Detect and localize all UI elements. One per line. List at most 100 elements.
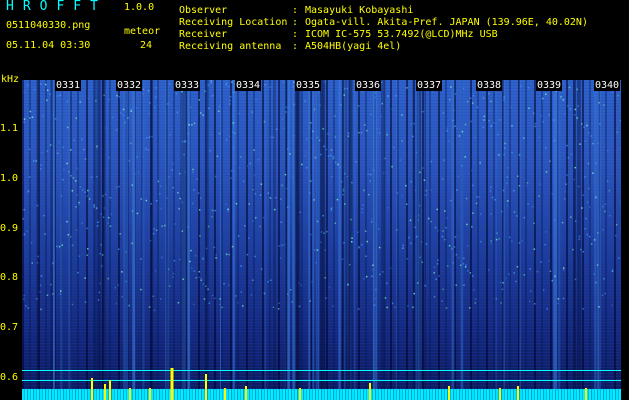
spectrogram-speckle: [545, 93, 547, 95]
spectrogram-streak: [295, 80, 298, 398]
spectrogram-speckle: [333, 115, 336, 117]
spectrogram-speckle: [582, 308, 584, 310]
spectrogram-speckle: [357, 231, 359, 233]
spectrogram-speckle: [596, 264, 599, 266]
spectrogram-speckle: [332, 305, 334, 307]
spectrogram-speckle: [202, 283, 205, 285]
spectrogram-speckle: [96, 145, 98, 148]
spectrogram-speckle: [202, 258, 204, 260]
spectrogram-speckle: [332, 155, 335, 158]
spectrogram-speckle: [448, 245, 451, 247]
spectrogram-speckle: [46, 99, 48, 102]
spectrogram-speckle: [251, 111, 254, 113]
spectrogram-streak: [36, 80, 39, 398]
spectrogram-speckle: [523, 137, 525, 139]
spectrogram-speckle: [342, 190, 345, 192]
spectrogram-speckle: [508, 273, 510, 275]
spectrogram-speckle: [318, 139, 321, 142]
spectrogram-speckle: [159, 185, 162, 188]
spectrogram-speckle: [386, 133, 388, 136]
spectrogram-speckle: [118, 248, 120, 250]
spectrogram-streak: [60, 80, 63, 398]
spectrogram-speckle: [215, 257, 217, 259]
spectrogram-speckle: [301, 163, 303, 166]
spectrogram-speckle: [578, 185, 580, 188]
spectrogram-speckle: [476, 106, 479, 109]
spectrogram-streak: [348, 80, 353, 398]
spectrogram-speckle: [501, 288, 504, 290]
spectrogram-speckle: [472, 212, 474, 214]
spectrogram-speckle: [391, 108, 393, 111]
spectrogram-speckle: [264, 84, 266, 86]
spectrogram-speckle: [110, 213, 113, 216]
spectrogram-speckle: [490, 124, 492, 127]
spectrogram-speckle: [566, 144, 568, 147]
spectrogram-speckle: [254, 255, 256, 258]
meteor-count-label: meteor: [124, 26, 161, 37]
spectrogram-speckle: [615, 223, 618, 226]
spectrogram-speckle: [95, 207, 98, 209]
spectrogram-speckle: [36, 204, 39, 207]
spectrogram-speckle: [242, 305, 244, 307]
spectrogram-speckle: [272, 306, 275, 309]
spectrogram-speckle: [70, 149, 72, 151]
spectrogram-speckle: [413, 122, 415, 125]
spectrogram-speckle: [539, 183, 541, 185]
spectrogram-speckle: [188, 124, 190, 126]
spectrogram-speckle: [150, 203, 152, 205]
spectrogram-speckle: [540, 261, 542, 263]
spectrogram-speckle: [458, 135, 461, 137]
spectrogram-speckle: [412, 135, 414, 138]
spectrogram-speckle: [60, 290, 62, 292]
spectrogram-speckle: [306, 138, 308, 140]
spectrogram-speckle: [61, 244, 63, 246]
spectrogram-speckle: [147, 149, 149, 151]
spectrogram-speckle: [534, 125, 536, 128]
spectrogram-speckle: [155, 229, 158, 231]
spectrogram-speckle: [487, 269, 490, 271]
spectrogram-speckle: [78, 255, 81, 257]
spectrogram-speckle: [242, 180, 245, 183]
spectrogram-speckle: [311, 137, 313, 139]
spectrogram-speckle: [593, 239, 596, 241]
spectrogram-speckle: [107, 222, 109, 224]
spectrogram-speckle: [172, 272, 175, 275]
spectrogram-speckle: [192, 171, 194, 173]
spectrogram-speckle: [446, 217, 448, 219]
spectrogram-speckle: [461, 165, 463, 167]
spectrogram-speckle: [574, 114, 576, 116]
spectrogram-speckle: [507, 200, 509, 202]
spectrogram-speckle: [78, 201, 80, 204]
spectrogram-speckle: [161, 256, 163, 259]
spectrogram-streak: [123, 80, 125, 398]
spectrogram-speckle: [97, 221, 99, 223]
spectrogram-speckle: [189, 260, 191, 263]
spectrogram-speckle: [211, 209, 214, 212]
spectrogram-speckle: [620, 120, 621, 122]
spectrogram-speckle: [454, 93, 457, 95]
spectrogram-speckle: [279, 257, 282, 259]
spectrogram-speckle: [445, 307, 448, 309]
spectrogram-speckle: [518, 185, 521, 187]
spectrogram-speckle: [237, 301, 239, 304]
spectrogram-speckle: [363, 278, 365, 280]
spectrogram-speckle: [542, 289, 545, 291]
spectrogram-speckle: [469, 307, 471, 309]
spectrogram-speckle: [410, 242, 412, 245]
spectrogram-speckle: [93, 206, 95, 208]
spectrogram-speckle: [495, 298, 498, 300]
app-title: HROFFT: [6, 0, 107, 14]
spectrogram-speckle: [25, 305, 27, 307]
spectrogram-speckle: [544, 244, 546, 246]
spectrogram-speckle: [140, 288, 142, 291]
spectrogram-speckle: [200, 279, 202, 281]
spectrogram-speckle: [557, 298, 560, 300]
spectrogram-speckle: [478, 196, 481, 198]
spectrogram-speckle: [169, 134, 172, 136]
spectrogram-speckle: [254, 192, 257, 195]
spectrogram-speckle: [582, 250, 584, 253]
spectrogram-speckle: [182, 278, 184, 280]
spectrogram-speckle: [306, 167, 308, 169]
y-tick-1-1: 1.1: [0, 123, 19, 134]
spectrogram-speckle: [447, 140, 450, 142]
